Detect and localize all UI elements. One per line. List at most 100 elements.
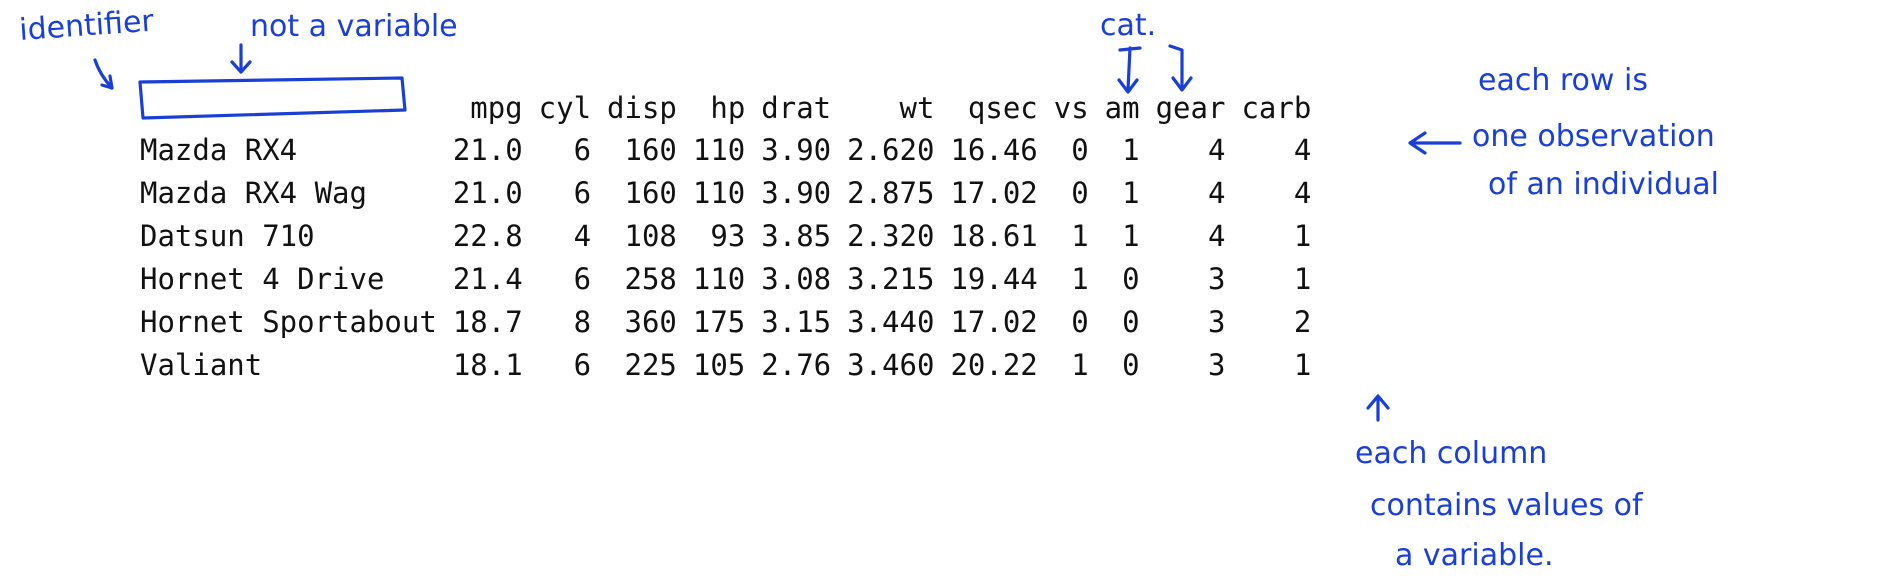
- table-cell: 160: [624, 175, 677, 210]
- header-cell-am: am: [1104, 91, 1140, 125]
- table-cell: 108: [624, 218, 677, 253]
- table-cell: 20.22: [950, 347, 1038, 382]
- table-row: Mazda RX4 21.0 6 160 110 3.90 2.620 16.46 0 1 4 4: [130, 128, 1311, 171]
- column-arrow: [1366, 394, 1390, 422]
- header-cell-hp: hp: [710, 91, 746, 125]
- table-row: Hornet Sportabout 18.7 8 360 175 3.15 3.440 17.…: [130, 300, 1311, 343]
- table-cell: 1: [1071, 261, 1089, 296]
- table-cell: 1: [1293, 261, 1312, 296]
- table-row: Hornet 4 Drive 21.4 6 258 110 3.08 3.215 19.44 1…: [130, 257, 1311, 300]
- table-cell: 3.90: [761, 175, 832, 210]
- table-cell: 1: [1122, 218, 1140, 253]
- table-cell: 8: [573, 304, 592, 339]
- table-cell: 360: [624, 304, 677, 339]
- table-cell: 2.875: [847, 175, 935, 210]
- table-cell: 0: [1122, 304, 1140, 339]
- table-cell: 3.15: [761, 304, 832, 339]
- table-cell: 21.4: [452, 261, 523, 296]
- table-cell: 3.90: [761, 132, 832, 167]
- not-a-variable-annotation: not a variable: [250, 9, 458, 44]
- table-cell: 1: [1122, 175, 1140, 210]
- table-cell: 21.0: [452, 132, 523, 167]
- table-cell: 105: [692, 347, 746, 382]
- table-cell: 110: [692, 132, 746, 167]
- table-cell: 17.02: [950, 304, 1038, 339]
- table-cell: 1: [1293, 347, 1312, 382]
- data-table: mpg cyl disp hp drat wt qsec vs am gear carb Mazda…: [130, 88, 1311, 386]
- table-cell: 6: [573, 347, 592, 382]
- header-cell-mpg: mpg: [470, 91, 523, 125]
- table-cell: 3: [1207, 347, 1226, 382]
- categorical-annotation: cat.: [1100, 8, 1156, 43]
- row-note-line-3: of an individual: [1488, 167, 1719, 202]
- table-cell: 19.44: [950, 261, 1038, 296]
- table-body: Mazda RX4 21.0 6 160 110 3.90 2.620 16.46 0 1 4 4 Ma…: [130, 128, 1311, 386]
- table-cell: 2: [1293, 304, 1312, 339]
- table-row: Datsun 710 22.8 4 108 93 3.85 2.320 18.61 1 1 4 1: [130, 214, 1311, 257]
- header-cell-gear: gear: [1155, 91, 1226, 125]
- row-identifier-cell: Mazda RX4 Wag: [140, 175, 367, 210]
- row-identifier-cell: Hornet 4 Drive: [140, 261, 385, 296]
- table-cell: 4: [1207, 175, 1226, 210]
- table-cell: 2.620: [847, 132, 935, 167]
- table-cell: 258: [624, 261, 677, 296]
- identifier-annotation: identifier: [18, 4, 155, 48]
- table-cell: 18.7: [452, 304, 523, 339]
- header-cell-identifier: [130, 88, 437, 128]
- row-note-line-1: each row is: [1478, 63, 1648, 98]
- table-cell: 3: [1207, 304, 1226, 339]
- header-cell-disp: disp: [607, 91, 677, 125]
- table-cell: 110: [692, 261, 746, 296]
- header-cell-vs: vs: [1053, 91, 1089, 125]
- table-cell: 4: [1207, 218, 1226, 253]
- row-identifier-cell: Valiant: [140, 347, 263, 382]
- table-header-row: mpg cyl disp hp drat wt qsec vs am gear carb: [130, 88, 1311, 128]
- table-cell: 160: [624, 132, 677, 167]
- table-cell: 22.8: [452, 218, 523, 253]
- table-cell: 2.76: [761, 347, 832, 382]
- table-cell: 3.460: [847, 347, 935, 382]
- table-cell: 225: [624, 347, 677, 382]
- table-cell: 4: [573, 218, 592, 253]
- table-cell: 2.320: [847, 218, 935, 253]
- table-cell: 21.0: [452, 175, 523, 210]
- table-cell: 18.1: [452, 347, 523, 382]
- table-cell: 16.46: [950, 132, 1038, 167]
- table-cell: 175: [692, 304, 746, 339]
- table-cell: 4: [1293, 175, 1312, 210]
- column-note-line-2: contains values of: [1370, 488, 1644, 523]
- table-cell: 6: [573, 261, 592, 296]
- header-cell-carb: carb: [1241, 91, 1312, 125]
- column-note-line-1: each column: [1355, 436, 1547, 471]
- table-row: Valiant 18.1 6 225 105 2.76 3.460 20.22 1 0 3 1: [130, 343, 1311, 386]
- table-cell: 18.61: [950, 218, 1038, 253]
- footer-fragment-ink: [615, 568, 1015, 582]
- row-identifier-cell: Datsun 710: [140, 218, 315, 253]
- table-cell: 1: [1122, 132, 1140, 167]
- header-cell-drat: drat: [761, 91, 832, 125]
- table-cell: 3.440: [847, 304, 935, 339]
- table-cell: 4: [1207, 132, 1226, 167]
- table-cell: 0: [1122, 347, 1140, 382]
- table-cell: 0: [1071, 304, 1089, 339]
- table-cell: 4: [1293, 132, 1312, 167]
- table-cell: 3.85: [761, 218, 832, 253]
- table-cell: 93: [710, 218, 746, 253]
- table-cell: 3.08: [761, 261, 832, 296]
- table-cell: 0: [1071, 175, 1089, 210]
- footer-fragment: [200, 568, 550, 582]
- table-cell: 6: [573, 132, 592, 167]
- table-cell: 17.02: [950, 175, 1038, 210]
- table-cell: 0: [1071, 132, 1089, 167]
- row-identifier-cell: Mazda RX4: [140, 132, 298, 167]
- table-cell: 3: [1207, 261, 1226, 296]
- table-cell: 6: [573, 175, 592, 210]
- table-cell: 1: [1071, 347, 1089, 382]
- table-cell: 1: [1071, 218, 1089, 253]
- table-cell: 1: [1293, 218, 1312, 253]
- table-row: Mazda RX4 Wag 21.0 6 160 110 3.90 2.875 17.02 0 1…: [130, 171, 1311, 214]
- column-note-line-3: a variable.: [1395, 538, 1553, 573]
- header-cell-wt: wt: [899, 91, 935, 125]
- table-cell: 0: [1122, 261, 1140, 296]
- header-cell-qsec: qsec: [967, 91, 1038, 125]
